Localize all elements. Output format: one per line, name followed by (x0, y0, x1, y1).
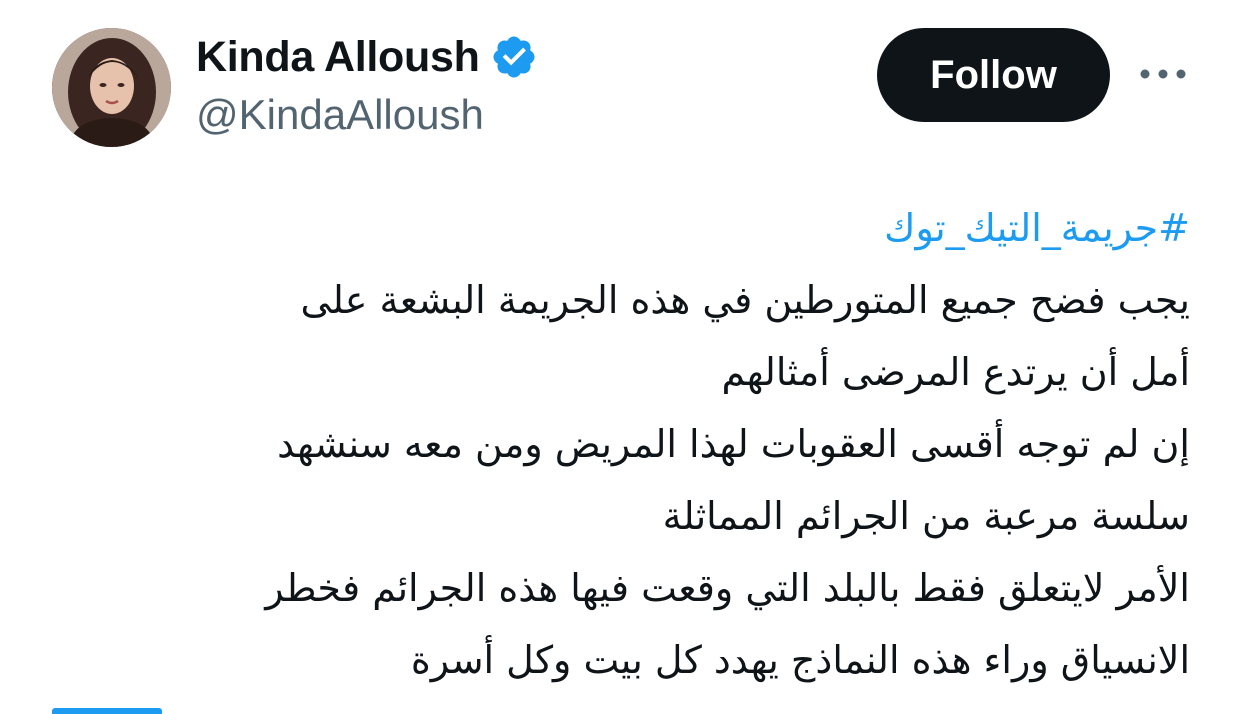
more-options-icon[interactable] (1137, 52, 1189, 96)
translate-link-clipped[interactable] (52, 708, 162, 714)
hashtag-link[interactable]: #جريمة_التيك_توك (40, 192, 1190, 264)
author-avatar[interactable] (52, 28, 171, 147)
author-name-row: Kinda Alloush (196, 32, 538, 82)
avatar-photo-icon (52, 28, 171, 147)
tweet-line: الانسياق وراء هذه النماذج يهدد كل بيت وك… (410, 638, 1190, 682)
tweet-line: إن لم توجه أقسى العقوبات لهذا المريض ومن… (277, 422, 1190, 466)
tweet-line: أمل أن يرتدع المرضى أمثالهم (721, 350, 1190, 394)
tweet-header: Kinda Alloush @KindaAlloush Follow (0, 0, 1243, 160)
tweet-line: يجب فضح جميع المتورطين في هذه الجريمة ال… (300, 278, 1190, 322)
verified-badge-icon[interactable] (490, 33, 538, 81)
author-handle[interactable]: @KindaAlloush (196, 90, 484, 140)
tweet-line: الأمر لايتعلق فقط بالبلد التي وقعت فيها … (265, 566, 1190, 610)
tweet-line: سلسة مرعبة من الجرائم المماثلة (662, 494, 1190, 538)
author-display-name[interactable]: Kinda Alloush (196, 32, 480, 82)
follow-button[interactable]: Follow (877, 28, 1110, 122)
tweet-text: #جريمة_التيك_توك يجب فضح جميع المتورطين … (40, 192, 1190, 696)
